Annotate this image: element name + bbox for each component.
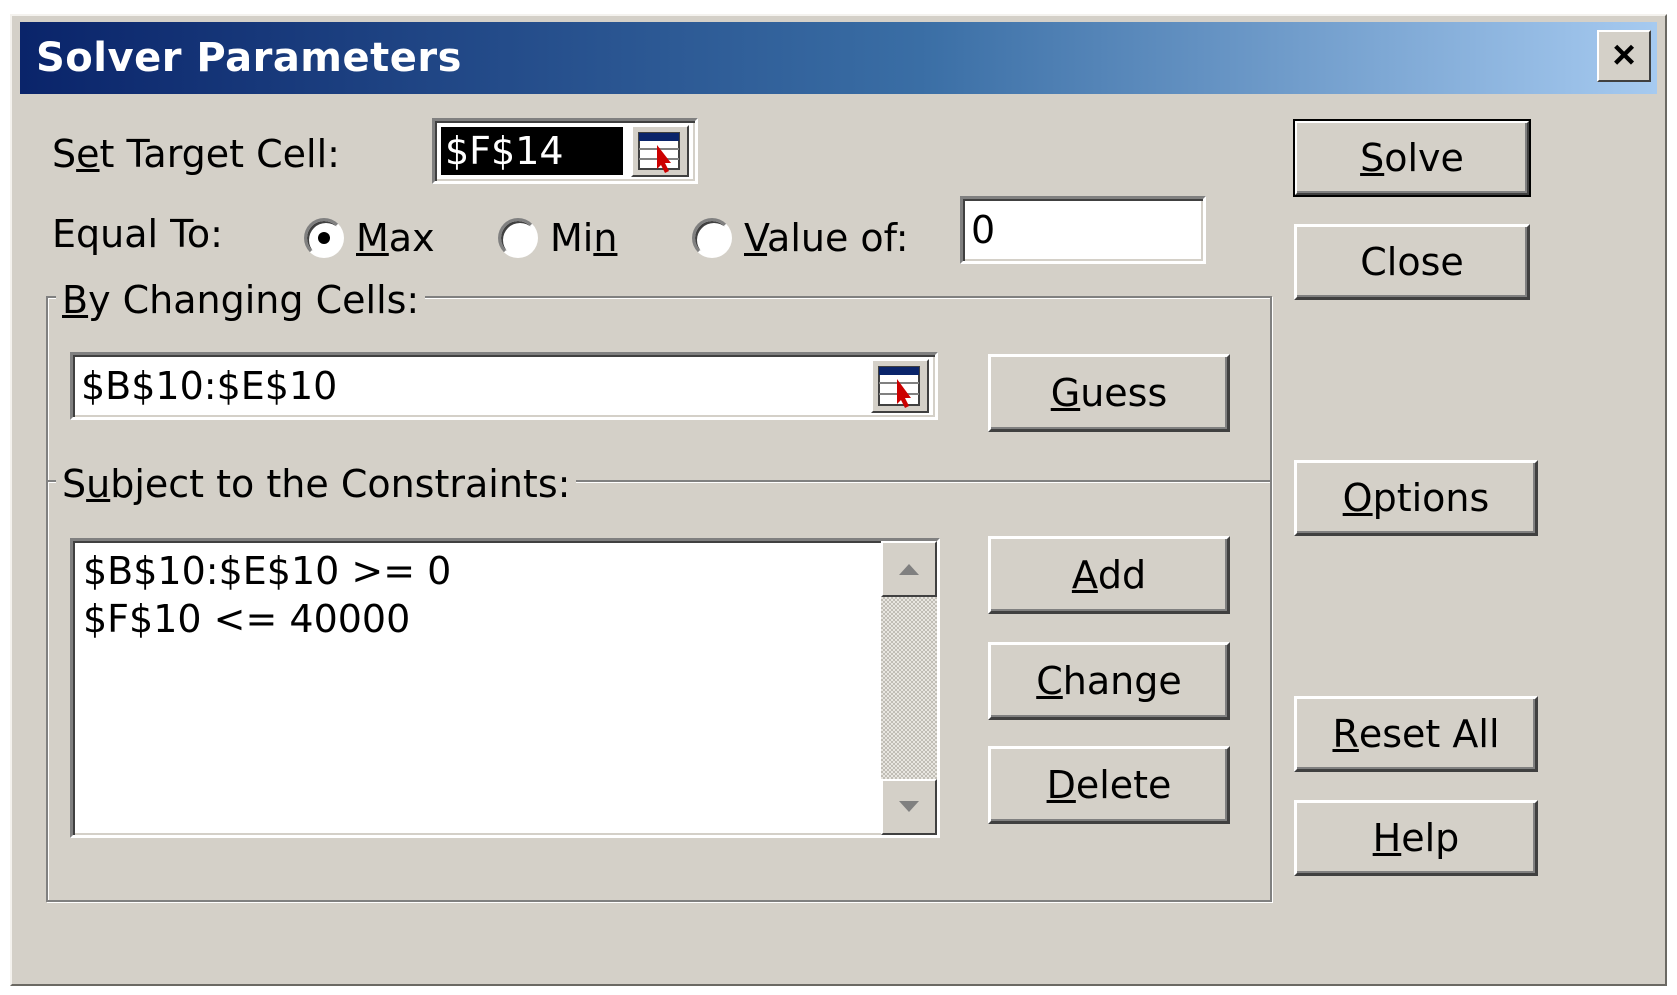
change-button[interactable]: Change: [988, 642, 1230, 720]
close-button[interactable]: Close: [1294, 224, 1530, 300]
range-selector-icon: [878, 366, 920, 408]
constraints-list[interactable]: $B$10:$E$10 >= 0 $F$10 <= 40000: [70, 538, 940, 838]
add-button[interactable]: Add: [988, 536, 1230, 614]
radio-max[interactable]: [304, 218, 344, 258]
changing-cells-label: By Changing Cells:: [56, 278, 426, 322]
radio-value-of[interactable]: [692, 218, 732, 258]
set-target-cell-label: Set Target Cell:: [52, 132, 340, 176]
solver-parameters-dialog: Solver Parameters × Set Target Cell: $F$…: [10, 14, 1667, 986]
delete-button[interactable]: Delete: [988, 746, 1230, 824]
changing-cells-collapse-button[interactable]: [871, 359, 929, 413]
guess-button[interactable]: Guess: [988, 354, 1230, 432]
scroll-up-button[interactable]: [881, 541, 937, 597]
options-button[interactable]: Options: [1294, 460, 1538, 536]
help-button[interactable]: Help: [1294, 800, 1538, 876]
window-title: Solver Parameters: [36, 35, 462, 81]
close-icon: ×: [1612, 33, 1636, 77]
close-window-button[interactable]: ×: [1597, 30, 1651, 82]
radio-min-label[interactable]: Min: [550, 216, 617, 260]
target-cell-selection: $F$14: [441, 127, 623, 175]
value-of-input[interactable]: 0: [960, 196, 1206, 264]
title-bar[interactable]: Solver Parameters ×: [20, 22, 1657, 94]
radio-selected-dot: [318, 232, 330, 244]
constraint-item[interactable]: $B$10:$E$10 >= 0: [77, 547, 451, 595]
scroll-down-button[interactable]: [881, 779, 937, 835]
constraints-label: Subject to the Constraints:: [56, 462, 577, 506]
constraints-scrollbar[interactable]: [881, 541, 937, 835]
radio-min[interactable]: [498, 218, 538, 258]
radio-max-label[interactable]: Max: [356, 216, 435, 260]
constraints-items: $B$10:$E$10 >= 0 $F$10 <= 40000: [77, 547, 451, 643]
target-cell-value: $F$14: [445, 129, 564, 173]
reset-all-button[interactable]: Reset All: [1294, 696, 1538, 772]
equal-to-label: Equal To:: [52, 212, 223, 256]
radio-value-of-label[interactable]: Value of:: [744, 216, 909, 260]
range-selector-icon: [638, 132, 680, 173]
constraint-item[interactable]: $F$10 <= 40000: [77, 595, 451, 643]
scroll-down-arrow-icon: [899, 801, 919, 812]
scroll-up-arrow-icon: [899, 564, 919, 575]
solve-button[interactable]: Solve: [1293, 119, 1531, 197]
changing-cells-value: $B$10:$E$10: [81, 364, 338, 408]
value-of-text: 0: [971, 208, 996, 252]
changing-cells-field[interactable]: $B$10:$E$10: [70, 352, 938, 420]
target-cell-collapse-button[interactable]: [631, 125, 689, 177]
target-cell-field[interactable]: $F$14: [432, 118, 698, 184]
